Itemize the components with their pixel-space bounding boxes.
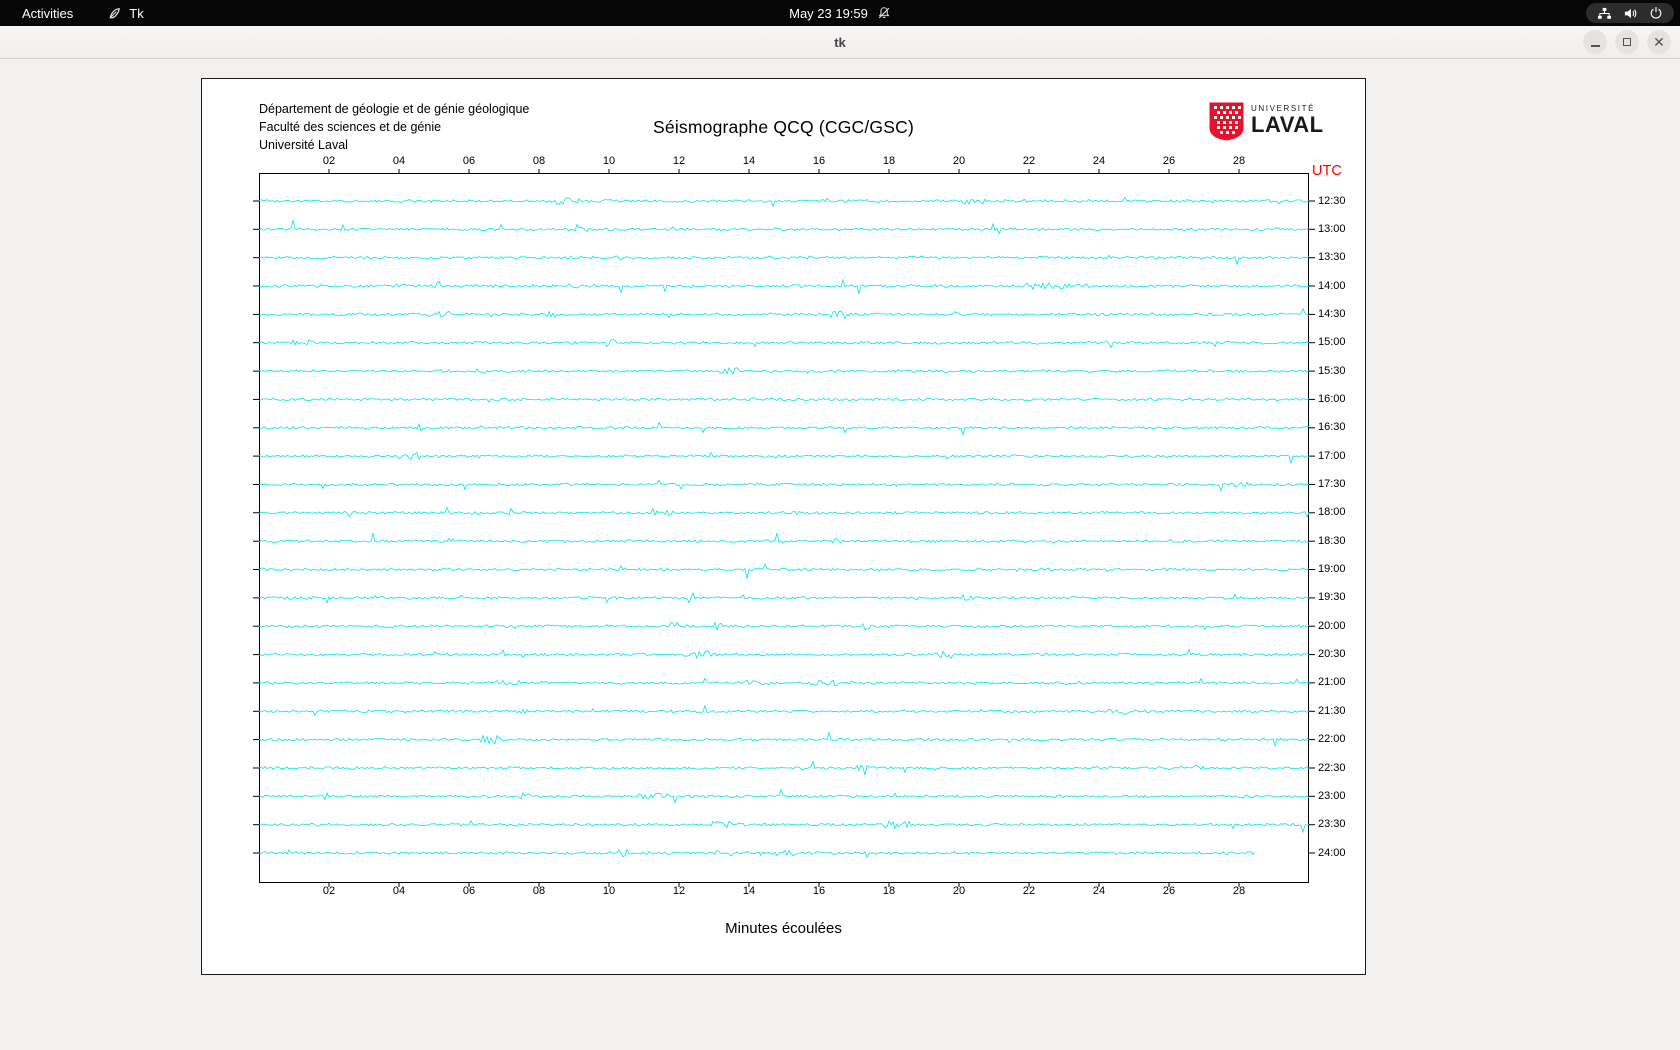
time-label: 21:00 bbox=[1318, 676, 1346, 689]
time-label: 20:00 bbox=[1318, 619, 1346, 632]
x-tick-label: 14 bbox=[742, 155, 756, 167]
maximize-icon bbox=[1623, 38, 1631, 46]
maximize-button[interactable] bbox=[1615, 30, 1639, 54]
institution-line-1: Département de géologie et de génie géol… bbox=[259, 102, 530, 116]
gnome-top-bar: Activities Tk May 23 19:59 bbox=[0, 0, 1680, 26]
time-label: 18:00 bbox=[1318, 506, 1346, 519]
x-tick-label: 16 bbox=[812, 155, 826, 167]
time-label: 22:00 bbox=[1318, 733, 1346, 746]
time-label: 17:00 bbox=[1318, 449, 1346, 462]
window-title: tk bbox=[834, 34, 846, 50]
time-label: 22:30 bbox=[1318, 761, 1346, 774]
x-tick-label: 28 bbox=[1232, 155, 1246, 167]
tk-app-icon bbox=[107, 6, 122, 21]
laval-shield-icon bbox=[1208, 101, 1245, 147]
x-tick-label: 20 bbox=[952, 155, 966, 167]
time-label: 13:30 bbox=[1318, 251, 1346, 264]
x-tick-label: 22 bbox=[1022, 155, 1036, 167]
notifications-disabled-icon bbox=[877, 6, 891, 20]
time-label: 24:00 bbox=[1318, 846, 1346, 859]
seismograph-panel: Département de géologie et de génie géol… bbox=[201, 78, 1366, 975]
activities-button[interactable]: Activities bbox=[14, 3, 81, 24]
institution-line-3: Université Laval bbox=[259, 138, 348, 152]
system-tray[interactable] bbox=[1586, 3, 1674, 23]
close-icon: ✕ bbox=[1653, 33, 1665, 50]
x-tick-label: 04 bbox=[392, 155, 406, 167]
time-label: 14:30 bbox=[1318, 307, 1346, 320]
laval-logo: UNIVERSITÉ LAVAL bbox=[1208, 101, 1324, 147]
time-label: 18:30 bbox=[1318, 534, 1346, 547]
logo-laval-text: LAVAL bbox=[1251, 112, 1324, 137]
time-label: 23:30 bbox=[1318, 818, 1346, 831]
minimize-icon bbox=[1590, 44, 1600, 47]
x-axis-label: Minutes écoulées bbox=[725, 920, 842, 937]
close-button[interactable]: ✕ bbox=[1647, 30, 1671, 54]
time-label: 13:00 bbox=[1318, 222, 1346, 235]
x-tick-label: 24 bbox=[1092, 155, 1106, 167]
x-tick-label: 12 bbox=[672, 155, 686, 167]
window-title-bar: tk ✕ bbox=[0, 26, 1680, 59]
utc-label: UTC bbox=[1312, 163, 1342, 179]
network-icon bbox=[1597, 7, 1612, 20]
minimize-button[interactable] bbox=[1583, 30, 1607, 54]
seismogram-plot bbox=[253, 169, 1315, 887]
time-label: 19:00 bbox=[1318, 563, 1346, 575]
volume-icon bbox=[1623, 7, 1638, 20]
x-tick-label: 08 bbox=[532, 155, 546, 167]
power-icon bbox=[1649, 6, 1663, 20]
time-label: 15:30 bbox=[1318, 364, 1346, 377]
x-tick-label: 18 bbox=[882, 155, 896, 167]
time-label: 23:00 bbox=[1318, 789, 1346, 802]
time-label: 21:30 bbox=[1318, 704, 1346, 717]
app-menu-label: Tk bbox=[129, 5, 144, 21]
x-tick-label: 02 bbox=[322, 155, 336, 167]
x-tick-label: 26 bbox=[1162, 155, 1176, 167]
time-label: 16:30 bbox=[1318, 421, 1346, 434]
screen: Activities Tk May 23 19:59 tk ✕ Départem… bbox=[0, 0, 1680, 1050]
clock-label: May 23 19:59 bbox=[789, 5, 868, 21]
time-label: 17:30 bbox=[1318, 478, 1346, 490]
time-label: 12:30 bbox=[1318, 194, 1346, 207]
x-tick-label: 06 bbox=[462, 155, 476, 167]
time-label: 16:00 bbox=[1318, 392, 1346, 405]
clock-menu[interactable]: May 23 19:59 bbox=[789, 6, 891, 21]
time-label: 20:30 bbox=[1318, 648, 1346, 661]
app-menu[interactable]: Tk bbox=[107, 5, 144, 21]
x-tick-label: 10 bbox=[602, 155, 616, 167]
time-label: 14:00 bbox=[1318, 279, 1346, 292]
page-title: Séismographe QCQ (CGC/GSC) bbox=[653, 117, 914, 137]
time-label: 15:00 bbox=[1318, 336, 1346, 349]
time-label: 19:30 bbox=[1318, 591, 1346, 604]
